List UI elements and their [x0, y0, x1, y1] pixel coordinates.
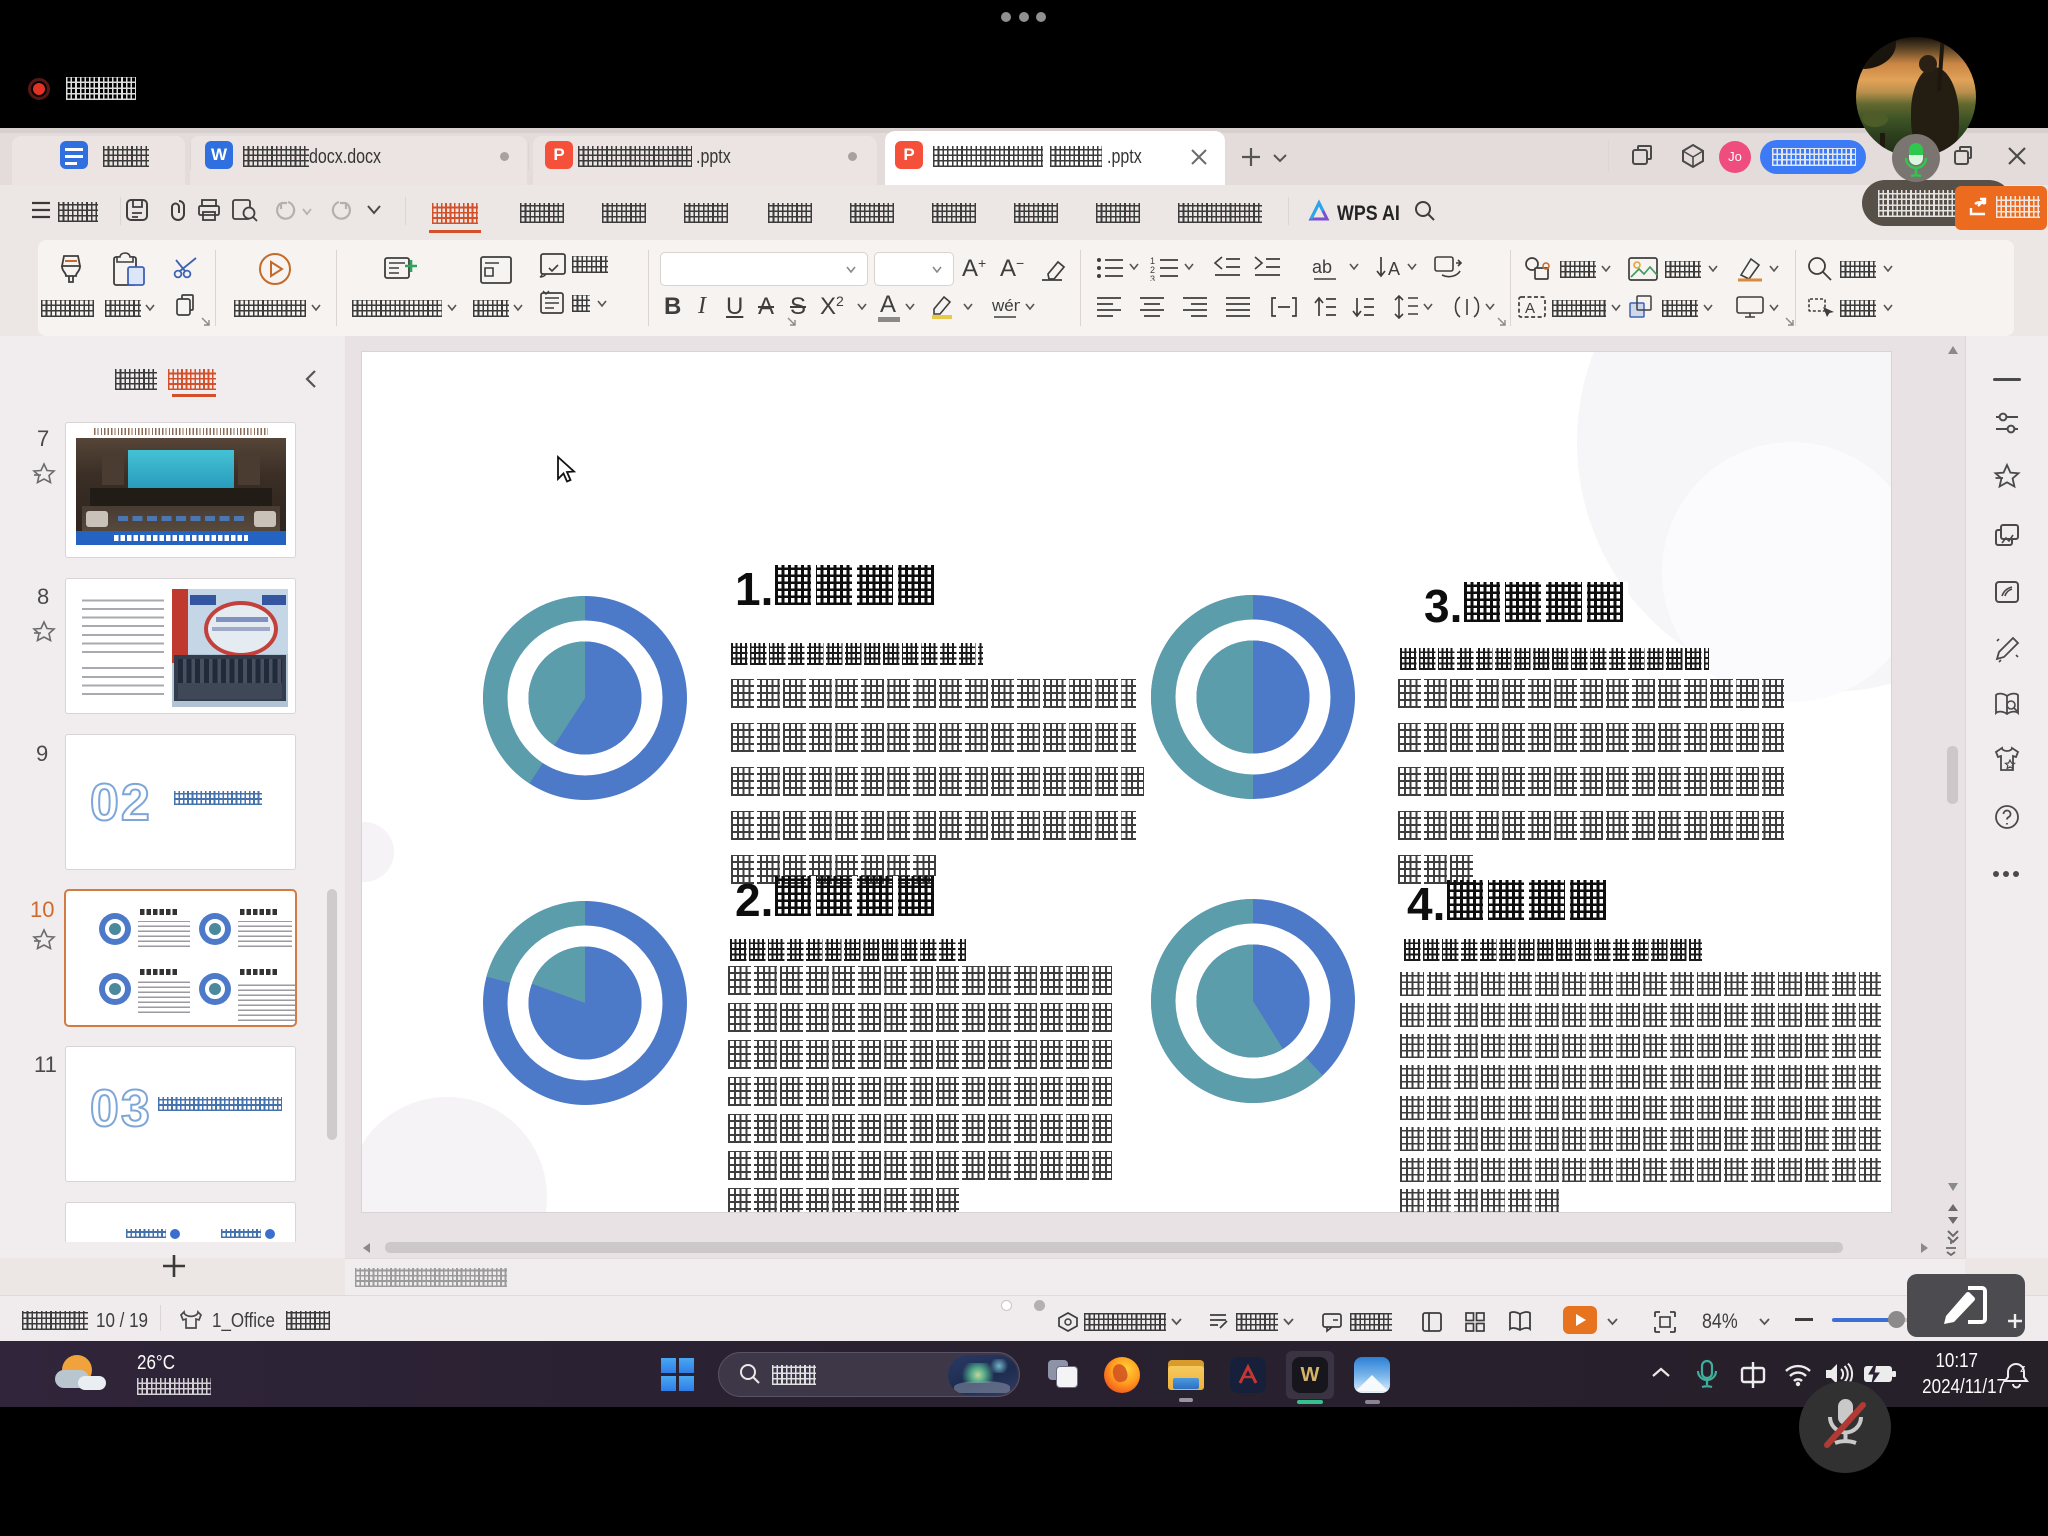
- svg-text:wén: wén: [991, 296, 1020, 315]
- svg-text:A: A: [1525, 300, 1535, 317]
- svg-text:3: 3: [1150, 274, 1155, 281]
- svg-text:A: A: [1388, 259, 1400, 279]
- svg-text:z: z: [2020, 1363, 2026, 1375]
- svg-text:ab: ab: [1312, 257, 1332, 277]
